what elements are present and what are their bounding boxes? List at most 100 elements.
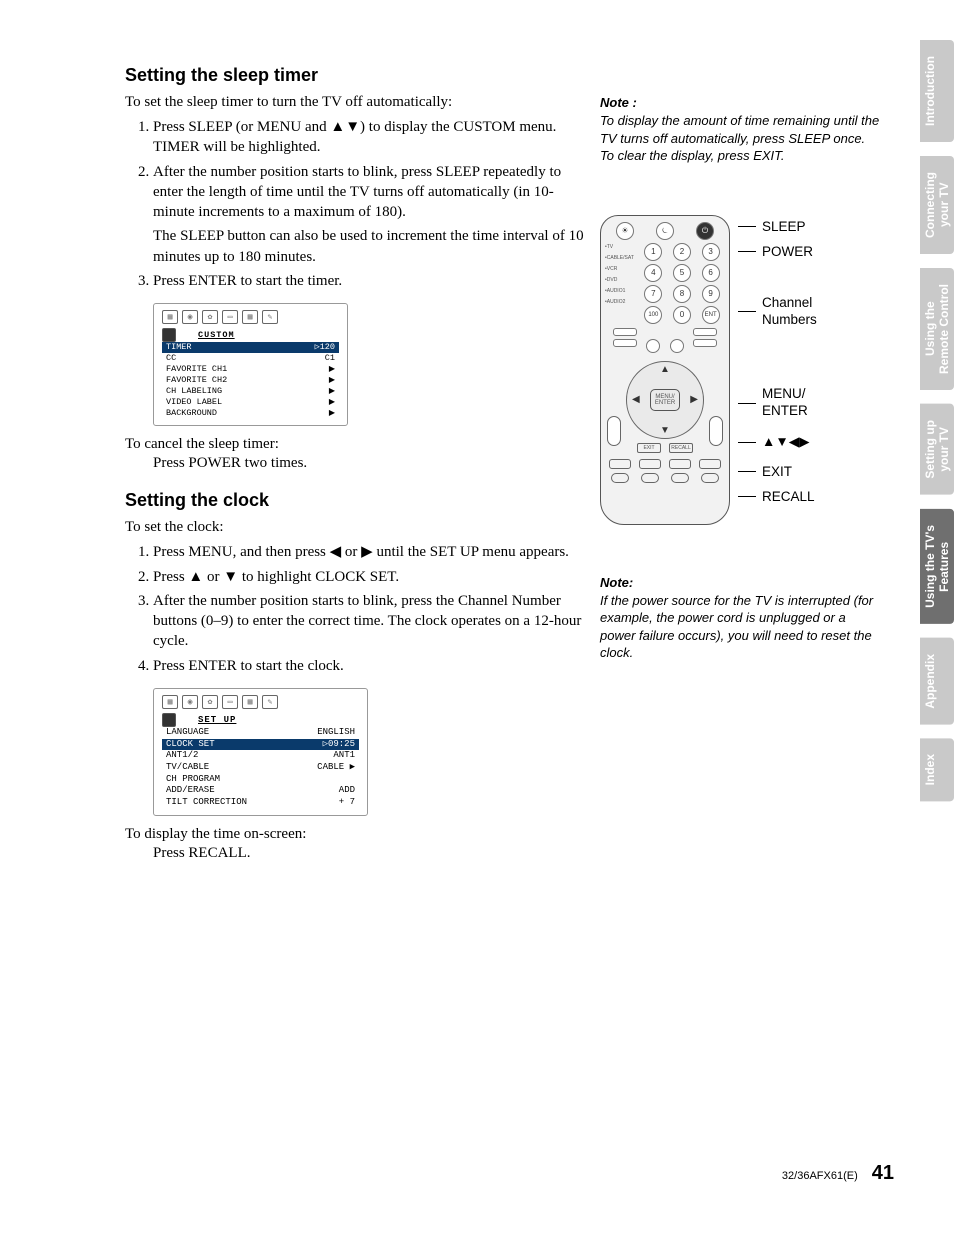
menu-row-label: LANGUAGE <box>166 727 209 739</box>
tab-label: Using the TV's <box>923 525 937 608</box>
menu-tab-icon: ✿ <box>202 310 218 324</box>
num-3-button: 3 <box>702 243 720 261</box>
stop-icon <box>701 473 719 483</box>
vol-rocker <box>709 416 723 446</box>
menu-row-value: ▷09:25 <box>323 739 355 751</box>
steps-sleep: Press SLEEP (or MENU and ▲▼) to display … <box>125 117 585 291</box>
num-2-button: 2 <box>673 243 691 261</box>
intro-sleep: To set the sleep timer to turn the TV of… <box>125 94 585 111</box>
step-extra: The SLEEP button can also be used to inc… <box>153 226 585 267</box>
tab-label: Connecting <box>923 172 937 238</box>
right-arrow-icon: ▶ <box>690 394 698 405</box>
exit-button: EXIT <box>637 443 661 453</box>
tab-remote[interactable]: Using theRemote Control <box>920 268 954 390</box>
menu-tab-icon: ▦ <box>242 310 258 324</box>
note-body: To display the amount of time remaining … <box>600 112 880 165</box>
tab-label: Appendix <box>923 654 937 709</box>
menu-row: CLOCK SET ▷09:25 <box>162 739 359 751</box>
menu-row-label: TIMER <box>166 342 192 353</box>
note-clock: Note: If the power source for the TV is … <box>600 575 880 662</box>
menu-row-label: CH PROGRAM <box>166 774 220 786</box>
callout-label: ▲▼◀▶ <box>762 434 810 450</box>
ff-icon <box>671 473 689 483</box>
callout-menu-enter: MENU/ ENTER <box>738 386 817 420</box>
menu-row-value: ADD <box>339 785 355 797</box>
step-text: After the number position starts to blin… <box>153 164 561 221</box>
display-time-step: Press RECALL. <box>153 845 585 862</box>
menu-title: SET UP <box>198 715 236 725</box>
callout-label: Channel Numbers <box>762 295 817 329</box>
menu-row-value: ▶ <box>329 364 335 375</box>
menu-row: FAVORITE CH2▶ <box>162 375 339 386</box>
aspect-button <box>693 339 717 347</box>
tab-connecting[interactable]: Connectingyour TV <box>920 156 954 254</box>
num-0-button: 0 <box>673 306 691 324</box>
heading-sleep-timer: Setting the sleep timer <box>125 65 585 86</box>
menu-row-value: CABLE ▶ <box>317 762 355 774</box>
menu-title: CUSTOM <box>198 330 235 340</box>
action-button <box>613 339 637 347</box>
menu-row-label: TILT CORRECTION <box>166 797 247 809</box>
menu-row-label: CC <box>166 353 176 364</box>
section-tabs: Introduction Connectingyour TV Using the… <box>920 40 954 802</box>
callout-label: MENU/ ENTER <box>762 386 808 420</box>
step: After the number position starts to blin… <box>153 591 585 652</box>
menu-icon-row: ▦◉✿▭▦✎ <box>162 310 339 324</box>
tab-features[interactable]: Using the TV'sFeatures <box>920 509 954 624</box>
menu-row: ANT1/2ANT1 <box>162 750 359 762</box>
menu-row: TIMER▷120 <box>162 342 339 353</box>
tab-introduction[interactable]: Introduction <box>920 40 954 142</box>
callout-label: SLEEP <box>762 219 806 234</box>
step: Press ENTER to start the clock. <box>153 656 585 676</box>
num-6-button: 6 <box>702 264 720 282</box>
num-4-button: 4 <box>644 264 662 282</box>
callout-arrows: ▲▼◀▶ <box>738 434 817 450</box>
menu-row-label: FAVORITE CH1 <box>166 364 227 375</box>
step: Press SLEEP (or MENU and ▲▼) to display … <box>153 117 585 158</box>
chrtn-button <box>699 459 721 469</box>
menu-row: FAVORITE CH1 ▶ <box>162 364 339 375</box>
menu-row: ADD/ERASEADD <box>162 785 359 797</box>
menu-row: TILT CORRECTION+ 7 <box>162 797 359 809</box>
menu-icon-row: ▦◉✿▭▦✎ <box>162 695 359 709</box>
osd-menu-setup: ▦◉✿▭▦✎ SET UP LANGUAGE ENGLISH CLOCK SET ▷… <box>153 688 368 816</box>
menu-row-label: CH LABELING <box>166 386 222 397</box>
tab-sublabel: Remote Control <box>938 284 952 374</box>
tab-label: Using the <box>923 302 937 357</box>
menu-row-label: CLOCK SET <box>166 739 215 751</box>
cancel-intro: To cancel the sleep timer: <box>125 436 585 453</box>
menu-tab-icon: ▦ <box>242 695 258 709</box>
num-100-button: 100 <box>644 306 662 324</box>
callout-power: POWER <box>738 244 817 259</box>
tab-setting-up[interactable]: Setting upyour TV <box>920 404 954 495</box>
menu-row-label: ANT1/2 <box>166 750 198 762</box>
menu-row: LANGUAGE ENGLISH <box>162 727 359 739</box>
menu-row-label: VIDEO LABEL <box>166 397 222 408</box>
page-number: 41 <box>872 1162 894 1185</box>
tab-label: Introduction <box>923 56 937 126</box>
ch-rocker <box>607 416 621 446</box>
step: After the number position starts to blin… <box>153 162 585 267</box>
osd-menu-custom: ▦◉✿▭▦✎ CUSTOM TIMER▷120 CC C1 FAVORITE CH… <box>153 303 348 426</box>
menu-row: CH PROGRAM <box>162 774 359 786</box>
display-time-intro: To display the time on-screen: <box>125 826 585 843</box>
tab-label: Setting up <box>923 420 937 479</box>
tab-appendix[interactable]: Appendix <box>920 638 954 725</box>
menu-row-value: ENGLISH <box>317 727 355 739</box>
info-button-icon <box>646 339 660 353</box>
menu-row: CC C1 <box>162 353 339 364</box>
menu-tab-icon: ✿ <box>202 695 218 709</box>
tab-sublabel: your TV <box>938 172 952 238</box>
power-button-icon: ⏻ <box>696 222 714 240</box>
num-7-button: 7 <box>644 285 662 303</box>
input-button <box>609 459 631 469</box>
menu-row-value: ▶ <box>329 397 335 408</box>
disp-button <box>669 459 691 469</box>
callout-label: POWER <box>762 244 813 259</box>
menu-list: LANGUAGE ENGLISH CLOCK SET ▷09:25 ANT1/2AN… <box>162 727 359 809</box>
left-arrow-icon: ◀ <box>632 394 640 405</box>
sleep-button-icon: ⏾ <box>656 222 674 240</box>
menu-row-value: C1 <box>325 353 335 364</box>
menu-row: CH LABELING▶ <box>162 386 339 397</box>
tab-index[interactable]: Index <box>920 738 954 801</box>
